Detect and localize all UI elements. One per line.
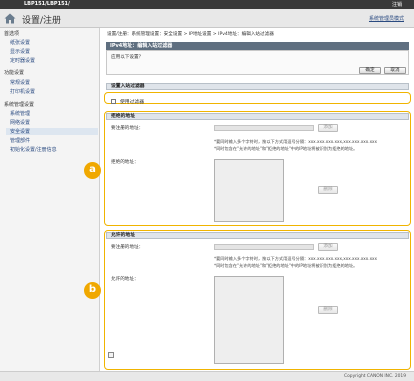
reject-delete-button[interactable]: 删除 — [318, 186, 338, 194]
filter-section-head: 设置入站过滤器 — [106, 83, 409, 90]
sidebar-item-timer[interactable]: 定时器设置 — [10, 57, 35, 64]
callout-badge-a: a — [84, 162, 101, 179]
allow-section-head: 允许的地址 — [106, 232, 409, 239]
admin-mode-link[interactable]: 系统管理员模式 — [369, 15, 404, 22]
sidebar-item-paper[interactable]: 纸张设置 — [10, 39, 30, 46]
allow-list-label: 允许的地址： — [111, 277, 139, 282]
highlight-filter — [104, 92, 411, 104]
use-filter-checkbox[interactable] — [111, 99, 116, 104]
ok-button[interactable]: 确定 — [359, 67, 381, 74]
reject-add-button[interactable]: 添加 — [318, 124, 338, 132]
model-name: LBP151/LBP151/ — [24, 1, 70, 7]
page-title: IPv4地址：编辑入站过滤器 — [106, 42, 409, 50]
allow-add-button[interactable]: 添加 — [318, 243, 338, 251]
sidebar-item-init[interactable]: 初始化设置/注册信息 — [10, 146, 57, 153]
header: 设置/注册 系统管理员模式 — [0, 9, 414, 28]
allow-note-2: *同时包含在"允许的地址"和"拒绝的地址"中的IP地址将被识别为拒绝的地址。 — [214, 263, 358, 268]
allow-address-input[interactable] — [214, 244, 314, 250]
reject-address-label: 要注册的地址： — [111, 126, 144, 131]
main-content: 设置/注册：系统管理设置：安全设置 > IP地址设置 > IPv4地址：编辑入站… — [100, 28, 414, 381]
logout-link[interactable]: 注销 — [392, 1, 402, 8]
apply-box: 应用以下设置？ 确定 取消 — [106, 50, 409, 75]
sidebar-item-display[interactable]: 显示设置 — [10, 48, 30, 55]
sidebar-heading-system: 系统管理设置 — [4, 102, 35, 108]
reject-address-input[interactable] — [214, 125, 314, 131]
sidebar-heading-preferences: 首选项 — [4, 31, 20, 37]
allow-delete-button[interactable]: 删除 — [318, 306, 338, 314]
reject-section-head: 拒绝的地址 — [106, 113, 409, 120]
page-header-title: 设置/注册 — [22, 16, 62, 26]
reject-list-label: 拒绝的地址： — [111, 160, 139, 165]
sidebar: 首选项 纸张设置 显示设置 定时器设置 功能设置 常规设置 打印机设置 系统管理… — [0, 28, 100, 381]
to-top-icon[interactable] — [108, 352, 114, 358]
use-filter-label: 使用过滤器 — [120, 100, 144, 105]
sidebar-item-network[interactable]: 网络设置 — [10, 119, 30, 126]
reject-address-list[interactable] — [214, 159, 284, 222]
top-bar: LBP151/LBP151/ 注销 — [0, 0, 414, 9]
sidebar-item-printer[interactable]: 打印机设置 — [10, 88, 35, 95]
breadcrumb: 设置/注册：系统管理设置：安全设置 > IP地址设置 > IPv4地址：编辑入站… — [107, 32, 274, 37]
home-icon[interactable] — [4, 13, 16, 24]
reject-note-1: *要同时输入多个字符时，按以下方式用逗号分隔：xxx.xxx.xxx.xxx,x… — [214, 139, 378, 144]
sidebar-item-management[interactable]: 管理部件 — [10, 137, 30, 144]
callout-badge-b: b — [84, 282, 101, 299]
sidebar-item-system-management[interactable]: 系统管理 — [10, 110, 30, 117]
copyright: Copyright CANON INC. 2019 — [344, 374, 406, 379]
sidebar-item-general[interactable]: 常规设置 — [10, 79, 30, 86]
sidebar-item-security[interactable]: 安全设置 — [6, 128, 98, 135]
apply-message: 应用以下设置？ — [111, 55, 144, 60]
footer: Copyright CANON INC. 2019 — [0, 371, 414, 381]
allow-address-label: 要注册的地址： — [111, 245, 144, 250]
allow-note-1: *要同时输入多个字符时，按以下方式用逗号分隔：xxx.xxx.xxx.xxx,x… — [214, 256, 378, 261]
sidebar-heading-function: 功能设置 — [4, 70, 25, 76]
allow-address-list[interactable] — [214, 276, 284, 364]
cancel-button[interactable]: 取消 — [384, 67, 406, 74]
reject-note-2: *同时包含在"允许的地址"和"拒绝的地址"中的IP地址将被识别为拒绝的地址。 — [214, 146, 358, 151]
